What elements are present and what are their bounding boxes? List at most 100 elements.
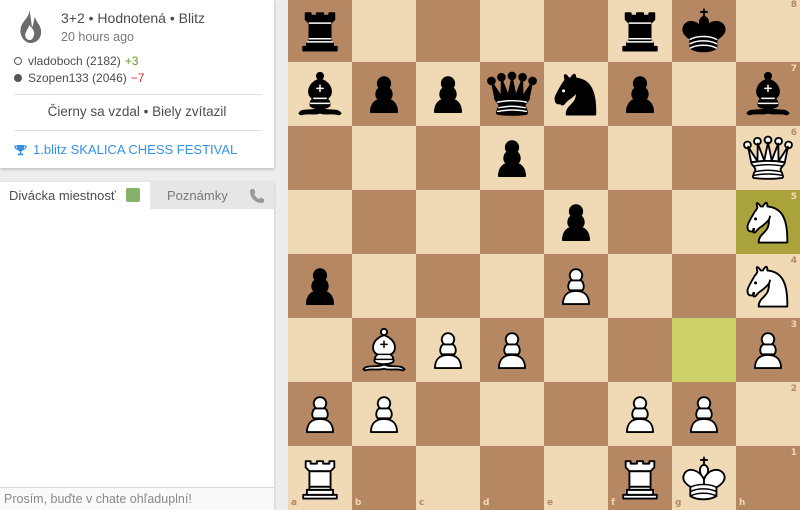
player-black-rating-diff: −7	[130, 71, 145, 85]
square-c5[interactable]	[416, 190, 480, 254]
phone-icon[interactable]	[248, 187, 266, 205]
black-pawn-d6[interactable]	[480, 126, 544, 190]
square-g4[interactable]	[672, 254, 736, 318]
chat-panel: Divácka miestnosť Poznámky	[0, 182, 274, 510]
white-player-icon	[14, 57, 22, 65]
square-f4[interactable]	[608, 254, 672, 318]
square-d5[interactable]	[480, 190, 544, 254]
black-rook-icon	[622, 12, 658, 52]
white-pawn-e4[interactable]	[544, 254, 608, 318]
square-f6[interactable]	[608, 126, 672, 190]
black-pawn-b7[interactable]	[352, 62, 416, 126]
black-rook-a8[interactable]	[288, 0, 352, 62]
square-c2[interactable]	[416, 382, 480, 446]
square-d1[interactable]	[480, 446, 544, 510]
black-bishop-icon	[298, 71, 342, 116]
black-pawn-icon	[434, 76, 462, 113]
white-pawn-b2[interactable]	[352, 382, 416, 446]
square-e3[interactable]	[544, 318, 608, 382]
player-white-name[interactable]: vladoboch (2182)	[28, 54, 121, 68]
black-pawn-c7[interactable]	[416, 62, 480, 126]
player-white-rating-diff: +3	[124, 54, 139, 68]
divider	[14, 130, 262, 131]
tab-spectator-room[interactable]: Divácka miestnosť	[0, 182, 150, 209]
black-pawn-f7[interactable]	[608, 62, 672, 126]
square-c8[interactable]	[416, 0, 480, 62]
white-knight-h4[interactable]	[736, 254, 800, 318]
square-f3[interactable]	[608, 318, 672, 382]
square-a5[interactable]	[288, 190, 352, 254]
white-pawn-a2[interactable]	[288, 382, 352, 446]
square-d2[interactable]	[480, 382, 544, 446]
white-pawn-g2[interactable]	[672, 382, 736, 446]
square-h1[interactable]	[736, 446, 800, 510]
square-g7[interactable]	[672, 62, 736, 126]
square-h2[interactable]	[736, 382, 800, 446]
square-h8[interactable]	[736, 0, 800, 62]
white-pawn-icon	[498, 332, 526, 369]
square-c6[interactable]	[416, 126, 480, 190]
white-bishop-b3[interactable]	[352, 318, 416, 382]
white-king-g1[interactable]	[672, 446, 736, 510]
black-knight-e7[interactable]	[544, 62, 608, 126]
black-queen-icon	[487, 71, 537, 116]
chess-board[interactable]: 87654321abcdefgh	[288, 0, 800, 510]
white-knight-icon	[746, 201, 789, 244]
white-rook-icon	[302, 460, 338, 500]
square-e1[interactable]	[544, 446, 608, 510]
tournament-name[interactable]: 1.blitz SKALICA CHESS FESTIVAL	[33, 142, 237, 157]
chat-input[interactable]	[0, 487, 274, 510]
white-pawn-icon	[626, 396, 654, 433]
white-knight-h5[interactable]	[736, 190, 800, 254]
black-bishop-h7[interactable]	[736, 62, 800, 126]
square-f5[interactable]	[608, 190, 672, 254]
black-rook-f8[interactable]	[608, 0, 672, 62]
white-pawn-icon	[690, 396, 718, 433]
white-pawn-h3[interactable]	[736, 318, 800, 382]
black-bishop-a7[interactable]	[288, 62, 352, 126]
square-g3[interactable]	[672, 318, 736, 382]
left-panel: 3+2 • Hodnotená • Blitz 20 hours ago vla…	[0, 0, 276, 510]
square-e8[interactable]	[544, 0, 608, 62]
black-pawn-a4[interactable]	[288, 254, 352, 318]
square-g5[interactable]	[672, 190, 736, 254]
square-c4[interactable]	[416, 254, 480, 318]
trophy-icon	[14, 144, 27, 155]
square-g6[interactable]	[672, 126, 736, 190]
black-pawn-e5[interactable]	[544, 190, 608, 254]
square-d4[interactable]	[480, 254, 544, 318]
square-b6[interactable]	[352, 126, 416, 190]
white-pawn-icon	[562, 268, 590, 305]
square-a3[interactable]	[288, 318, 352, 382]
white-bishop-icon	[362, 327, 406, 372]
player-black-name[interactable]: Szopen133 (2046)	[28, 71, 127, 85]
square-e6[interactable]	[544, 126, 608, 190]
white-pawn-c3[interactable]	[416, 318, 480, 382]
tournament-link[interactable]: 1.blitz SKALICA CHESS FESTIVAL	[14, 142, 237, 157]
player-black[interactable]: Szopen133 (2046) −7	[14, 71, 144, 85]
white-rook-a1[interactable]	[288, 446, 352, 510]
white-rook-f1[interactable]	[608, 446, 672, 510]
white-pawn-f2[interactable]	[608, 382, 672, 446]
square-b1[interactable]	[352, 446, 416, 510]
square-d8[interactable]	[480, 0, 544, 62]
square-b5[interactable]	[352, 190, 416, 254]
game-setup: 3+2 • Hodnotená • Blitz	[61, 10, 206, 26]
square-b8[interactable]	[352, 0, 416, 62]
white-pawn-d3[interactable]	[480, 318, 544, 382]
game-info-card: 3+2 • Hodnotená • Blitz 20 hours ago vla…	[0, 0, 274, 168]
black-pawn-icon	[306, 268, 334, 305]
square-a6[interactable]	[288, 126, 352, 190]
white-pawn-icon	[370, 396, 398, 433]
player-white[interactable]: vladoboch (2182) +3	[14, 54, 138, 68]
black-bishop-icon	[746, 71, 790, 116]
square-b4[interactable]	[352, 254, 416, 318]
black-queen-d7[interactable]	[480, 62, 544, 126]
chat-toggle-checkbox[interactable]	[126, 188, 140, 202]
white-queen-h6[interactable]	[736, 126, 800, 190]
square-c1[interactable]	[416, 446, 480, 510]
game-result-status: Čierny sa vzdal • Biely zvítazil	[47, 104, 227, 119]
black-knight-icon	[554, 73, 597, 116]
black-king-g8[interactable]	[672, 0, 736, 62]
square-e2[interactable]	[544, 382, 608, 446]
